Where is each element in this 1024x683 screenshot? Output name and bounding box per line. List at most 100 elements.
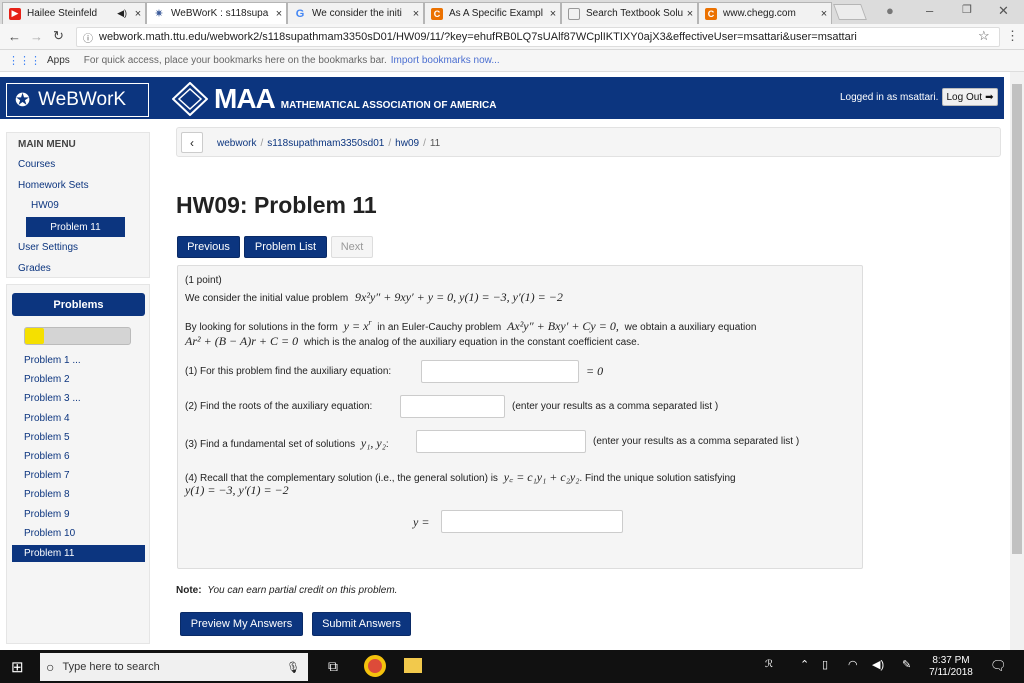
problem-list-button[interactable]: Problem List <box>244 236 327 258</box>
task-view-icon[interactable]: ⧉ <box>328 658 338 675</box>
sidebar-item-grades[interactable]: Grades <box>18 263 51 274</box>
maximize-button[interactable]: ❐ <box>962 3 972 16</box>
close-icon[interactable]: × <box>131 8 145 20</box>
sidebar-item-hw09[interactable]: HW09 <box>31 200 59 211</box>
breadcrumb-webwork[interactable]: webwork <box>217 138 256 149</box>
wifi-icon[interactable]: ◠ <box>848 658 858 671</box>
form-math: y = xr <box>343 318 372 333</box>
bookmarks-hint: For quick access, place your bookmarks h… <box>83 55 387 66</box>
problem-link-4[interactable]: Problem 4 <box>24 413 70 424</box>
problem-link-6[interactable]: Problem 6 <box>24 451 70 462</box>
solution-input[interactable] <box>441 510 623 533</box>
apps-grid-icon[interactable]: ⋮⋮⋮ <box>8 54 41 67</box>
back-arrow-icon[interactable]: ← <box>8 29 21 44</box>
logout-icon: ➡ <box>985 91 994 103</box>
forward-arrow-icon[interactable]: → <box>30 29 43 44</box>
problem-link-3[interactable]: Problem 3 ... <box>24 393 81 404</box>
close-icon[interactable]: × <box>546 8 560 20</box>
window-close-button[interactable]: ✕ <box>998 3 1009 19</box>
page-scrollbar[interactable] <box>1010 72 1024 650</box>
clock-time: 8:37 PM <box>932 655 970 666</box>
taskbar-search[interactable]: ○ Type here to search 🎙 <box>40 653 308 681</box>
webwork-logo[interactable]: ✪ WeBWorK <box>6 83 149 117</box>
problem-link-7[interactable]: Problem 7 <box>24 470 70 481</box>
tab-hailee-steinfeld[interactable]: ▶ Hailee Steinfeld ◀) × <box>2 2 146 24</box>
webwork-page: ✪ WeBWorK MAA MATHEMATICAL ASSOCIATION O… <box>0 72 1010 650</box>
preview-answers-button[interactable]: Preview My Answers <box>180 612 303 636</box>
sidebar-item-user-settings[interactable]: User Settings <box>18 242 78 253</box>
people-icon[interactable]: ℛ <box>765 659 773 670</box>
problem-method-line: By looking for solutions in the form y =… <box>185 318 756 334</box>
audio-icon: ◀) <box>117 8 127 18</box>
method-text-c: we obtain a auxiliary equation <box>624 322 757 333</box>
breadcrumb: ‹ webwork / s118supathmam3350sd01/hw09/11 <box>176 127 1001 157</box>
bookmark-star-icon[interactable]: ☆ <box>978 28 990 44</box>
back-button[interactable]: ‹ <box>181 132 203 153</box>
file-explorer-icon[interactable] <box>404 658 422 673</box>
bookmarks-bar: ⋮⋮⋮ Apps For quick access, place your bo… <box>0 50 1024 72</box>
submit-answers-button[interactable]: Submit Answers <box>312 612 411 636</box>
close-icon[interactable]: × <box>683 8 697 20</box>
minimize-button[interactable]: – <box>926 3 933 18</box>
method-text-b: in an Euler-Cauchy problem <box>377 322 502 333</box>
google-icon: G <box>295 7 305 20</box>
tray-chevron-icon[interactable]: ⌃ <box>800 658 809 671</box>
tab-search-textbook[interactable]: Search Textbook Solu × <box>561 2 698 24</box>
pen-icon[interactable]: ✎ <box>902 658 911 671</box>
aux-equation-input[interactable] <box>421 360 579 383</box>
fundamental-set-input[interactable] <box>416 430 586 453</box>
aux-text: which is the analog of the auxiliary equ… <box>303 337 640 348</box>
volume-icon[interactable]: ◀) <box>872 658 884 671</box>
apps-link[interactable]: Apps <box>47 55 70 66</box>
windows-start-icon[interactable]: ⊞ <box>11 658 24 676</box>
logout-button[interactable]: Log Out ➡ <box>942 88 998 106</box>
tab-title: As A Specific Exampl <box>449 8 543 19</box>
import-bookmarks-link[interactable]: Import bookmarks now... <box>391 55 500 66</box>
breadcrumb-links: webwork / s118supathmam3350sd01/hw09/11 <box>217 138 440 149</box>
page-title: HW09: Problem 11 <box>176 192 377 218</box>
problem-link-9[interactable]: Problem 9 <box>24 509 70 520</box>
next-button: Next <box>331 236 373 258</box>
sidebar-item-problem-11[interactable]: Problem 11 <box>26 217 125 237</box>
battery-icon[interactable]: ▯ <box>822 658 828 671</box>
note-text: You can earn partial credit on this prob… <box>207 585 398 596</box>
close-icon[interactable]: × <box>817 8 831 20</box>
previous-button[interactable]: Previous <box>177 236 240 258</box>
problem-link-11[interactable]: Problem 11 <box>12 545 145 562</box>
maa-name: MATHEMATICAL ASSOCIATION OF AMERICA <box>280 99 497 111</box>
sidebar-item-homework-sets[interactable]: Homework Sets <box>18 180 89 191</box>
problem-link-1[interactable]: Problem 1 ... <box>24 355 81 366</box>
close-icon[interactable]: × <box>409 8 423 20</box>
equals-zero: = 0 <box>586 364 604 378</box>
reload-icon[interactable]: ↻ <box>53 28 64 44</box>
menu-icon[interactable]: ⋮ <box>1006 28 1019 44</box>
problem-link-2[interactable]: Problem 2 <box>24 374 70 385</box>
tab-chegg-example[interactable]: C As A Specific Exampl × <box>424 2 561 24</box>
breadcrumb-set[interactable]: hw09 <box>395 138 419 149</box>
new-tab-button[interactable] <box>833 4 867 20</box>
form-math-base: y = x <box>343 319 369 333</box>
ivp-math: 9x²y″ + 9xy′ + y = 0, y(1) = −3, y′(1) =… <box>355 290 563 304</box>
tab-chegg-home[interactable]: C www.chegg.com × <box>698 2 832 24</box>
close-icon[interactable]: × <box>272 8 286 20</box>
microphone-icon[interactable]: 🎙 <box>286 661 300 674</box>
scrollbar-thumb[interactable] <box>1012 84 1022 554</box>
sidebar-item-courses[interactable]: Courses <box>18 159 55 170</box>
problem-link-8[interactable]: Problem 8 <box>24 489 70 500</box>
chrome-icon[interactable] <box>364 655 386 677</box>
problems-heading: Problems <box>12 293 145 316</box>
clock[interactable]: 8:37 PM 7/11/2018 <box>926 655 976 679</box>
notifications-icon[interactable]: 🗨 <box>990 658 1007 674</box>
roots-input[interactable] <box>400 395 505 418</box>
problem-link-5[interactable]: Problem 5 <box>24 432 70 443</box>
problem-aux-line: Ar² + (B − A)r + C = 0 which is the anal… <box>185 334 639 349</box>
tab-google-search[interactable]: G We consider the initi × <box>287 2 424 24</box>
tab-webwork[interactable]: ✷ WeBWorK : s118supa × <box>146 2 287 24</box>
intro-text: We consider the initial value problem <box>185 293 349 304</box>
breadcrumb-course[interactable]: s118supathmam3350sd01 <box>267 138 384 149</box>
url-field[interactable]: ⓘ webwork.math.ttu.edu/webwork2/s118supa… <box>76 27 1000 47</box>
profile-icon[interactable]: ● <box>886 3 894 18</box>
chegg-icon: C <box>431 7 443 20</box>
problem-link-10[interactable]: Problem 10 <box>24 528 75 539</box>
q4-text-b: . Find the unique solution satisfying <box>579 473 736 484</box>
